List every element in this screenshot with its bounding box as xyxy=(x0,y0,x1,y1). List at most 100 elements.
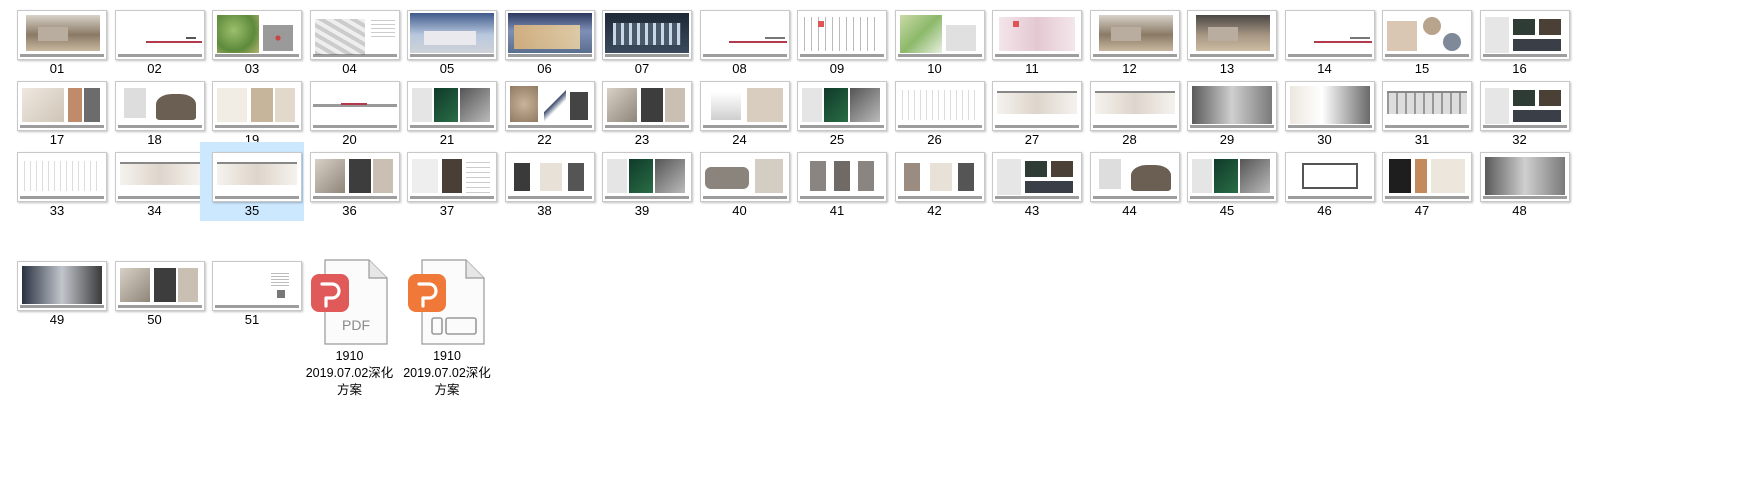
file-item-32[interactable]: 32 xyxy=(1468,71,1572,150)
thumbnail-image xyxy=(894,152,985,202)
thumbnail-image xyxy=(1382,10,1472,60)
file-item-20[interactable]: 20 xyxy=(298,71,402,150)
thumbnail-image xyxy=(1187,10,1277,60)
thumbnail-image xyxy=(797,81,887,131)
file-item-46[interactable]: 46 xyxy=(1273,142,1377,221)
file-item-35[interactable]: 35 xyxy=(200,142,304,221)
thumbnail-image xyxy=(602,152,692,202)
file-item-43[interactable]: 43 xyxy=(980,142,1084,221)
thumbnail-image xyxy=(114,152,205,202)
file-name-label: 45 xyxy=(1219,203,1235,218)
file-item-03[interactable]: 03 xyxy=(200,0,304,79)
file-name-label: 33 xyxy=(49,203,65,218)
thumbnail-image xyxy=(1089,81,1180,131)
thumbnail-image xyxy=(212,10,302,60)
file-item-24[interactable]: 24 xyxy=(688,71,792,150)
thumbnail-image xyxy=(1284,10,1375,60)
file-item-pdf[interactable]: PDF 1910 2019.07.02深化 方案 xyxy=(298,250,402,400)
file-item-42[interactable]: 42 xyxy=(883,142,987,221)
file-name-line: 2019.07.02深化 xyxy=(305,366,394,380)
thumbnail-image xyxy=(504,152,595,202)
file-name-label: 51 xyxy=(244,312,260,327)
file-item-25[interactable]: 25 xyxy=(785,71,889,150)
file-item-33[interactable]: 33 xyxy=(5,142,109,221)
file-name-label: 40 xyxy=(732,203,747,218)
file-item-14[interactable]: 14 xyxy=(1273,0,1377,79)
file-name-line: 方案 xyxy=(434,383,460,397)
file-item-18[interactable]: 18 xyxy=(103,71,207,150)
file-item-26[interactable]: 26 xyxy=(883,71,987,150)
file-item-45[interactable]: 45 xyxy=(1175,142,1279,221)
file-item-12[interactable]: 12 xyxy=(1078,0,1182,79)
file-item-28[interactable]: 28 xyxy=(1078,71,1182,150)
file-item-11[interactable]: 11 xyxy=(980,0,1084,79)
file-item-47[interactable]: 47 xyxy=(1370,142,1474,221)
file-item-13[interactable]: 13 xyxy=(1175,0,1279,79)
thumbnail-image xyxy=(212,81,302,131)
thumbnail-image xyxy=(699,81,790,131)
thumbnail-image xyxy=(1479,10,1570,60)
file-item-19[interactable]: 19 xyxy=(200,71,304,150)
thumbnail-image xyxy=(1187,81,1277,131)
file-item-21[interactable]: 21 xyxy=(395,71,499,150)
file-item-49[interactable]: 49 xyxy=(5,251,109,335)
file-item-10[interactable]: 10 xyxy=(883,0,987,79)
file-item-02[interactable]: 02 xyxy=(103,0,207,79)
file-item-38[interactable]: 38 xyxy=(493,142,597,221)
file-item-09[interactable]: 09 xyxy=(785,0,889,79)
file-item-16[interactable]: 16 xyxy=(1468,0,1572,79)
thumbnail-image xyxy=(1382,152,1472,202)
thumbnail-image xyxy=(17,10,107,60)
file-name-label: 38 xyxy=(537,203,552,218)
file-name-label: 41 xyxy=(829,203,845,218)
file-item-44[interactable]: 44 xyxy=(1078,142,1182,221)
file-name-label: 39 xyxy=(634,203,650,218)
file-item-08[interactable]: 08 xyxy=(688,0,792,79)
file-item-27[interactable]: 27 xyxy=(980,71,1084,150)
file-item-01[interactable]: 01 xyxy=(5,0,109,79)
thumbnail-image xyxy=(114,261,205,311)
file-item-29[interactable]: 29 xyxy=(1175,71,1279,150)
file-item-17[interactable]: 17 xyxy=(5,71,109,150)
file-item-ppt[interactable]: 1910 2019.07.02深化 方案 xyxy=(395,250,499,400)
file-name-label: 1910 2019.07.02深化 方案 xyxy=(395,348,499,399)
thumbnail-image xyxy=(1089,152,1180,202)
file-name-label: 37 xyxy=(439,203,455,218)
thumbnail-image xyxy=(309,152,400,202)
file-item-22[interactable]: 22 xyxy=(493,71,597,150)
thumbnail-image xyxy=(992,10,1082,60)
file-name-label: 36 xyxy=(342,203,357,218)
thumbnail-image xyxy=(602,81,692,131)
file-item-41[interactable]: 41 xyxy=(785,142,889,221)
file-item-51[interactable]: 51 xyxy=(200,251,304,335)
thumbnail-image xyxy=(894,81,985,131)
thumbnail-image xyxy=(309,10,400,60)
thumbnail-image xyxy=(992,81,1082,131)
file-name-label: 50 xyxy=(147,312,162,327)
file-name-label: 46 xyxy=(1317,203,1332,218)
file-name-label: 49 xyxy=(49,312,65,327)
thumbnail-image xyxy=(1284,152,1375,202)
file-item-07[interactable]: 07 xyxy=(590,0,694,79)
file-item-30[interactable]: 30 xyxy=(1273,71,1377,150)
thumbnail-image xyxy=(114,81,205,131)
file-item-50[interactable]: 50 xyxy=(103,251,207,335)
thumbnail-image xyxy=(504,81,595,131)
file-item-48[interactable]: 48 xyxy=(1468,142,1572,221)
file-item-40[interactable]: 40 xyxy=(688,142,792,221)
wps-pdf-icon: PDF xyxy=(310,259,388,345)
file-item-37[interactable]: 37 xyxy=(395,142,499,221)
file-item-39[interactable]: 39 xyxy=(590,142,694,221)
thumbnail-image xyxy=(504,10,595,60)
file-item-04[interactable]: 04 xyxy=(298,0,402,79)
file-name-label: 43 xyxy=(1024,203,1040,218)
file-item-05[interactable]: 05 xyxy=(395,0,499,79)
file-item-23[interactable]: 23 xyxy=(590,71,694,150)
file-name-label: 1910 2019.07.02深化 方案 xyxy=(298,348,402,399)
file-item-36[interactable]: 36 xyxy=(298,142,402,221)
file-item-31[interactable]: 31 xyxy=(1370,71,1474,150)
file-item-15[interactable]: 15 xyxy=(1370,0,1474,79)
file-item-34[interactable]: 34 xyxy=(103,142,207,221)
thumbnail-image xyxy=(407,81,497,131)
file-item-06[interactable]: 06 xyxy=(493,0,597,79)
